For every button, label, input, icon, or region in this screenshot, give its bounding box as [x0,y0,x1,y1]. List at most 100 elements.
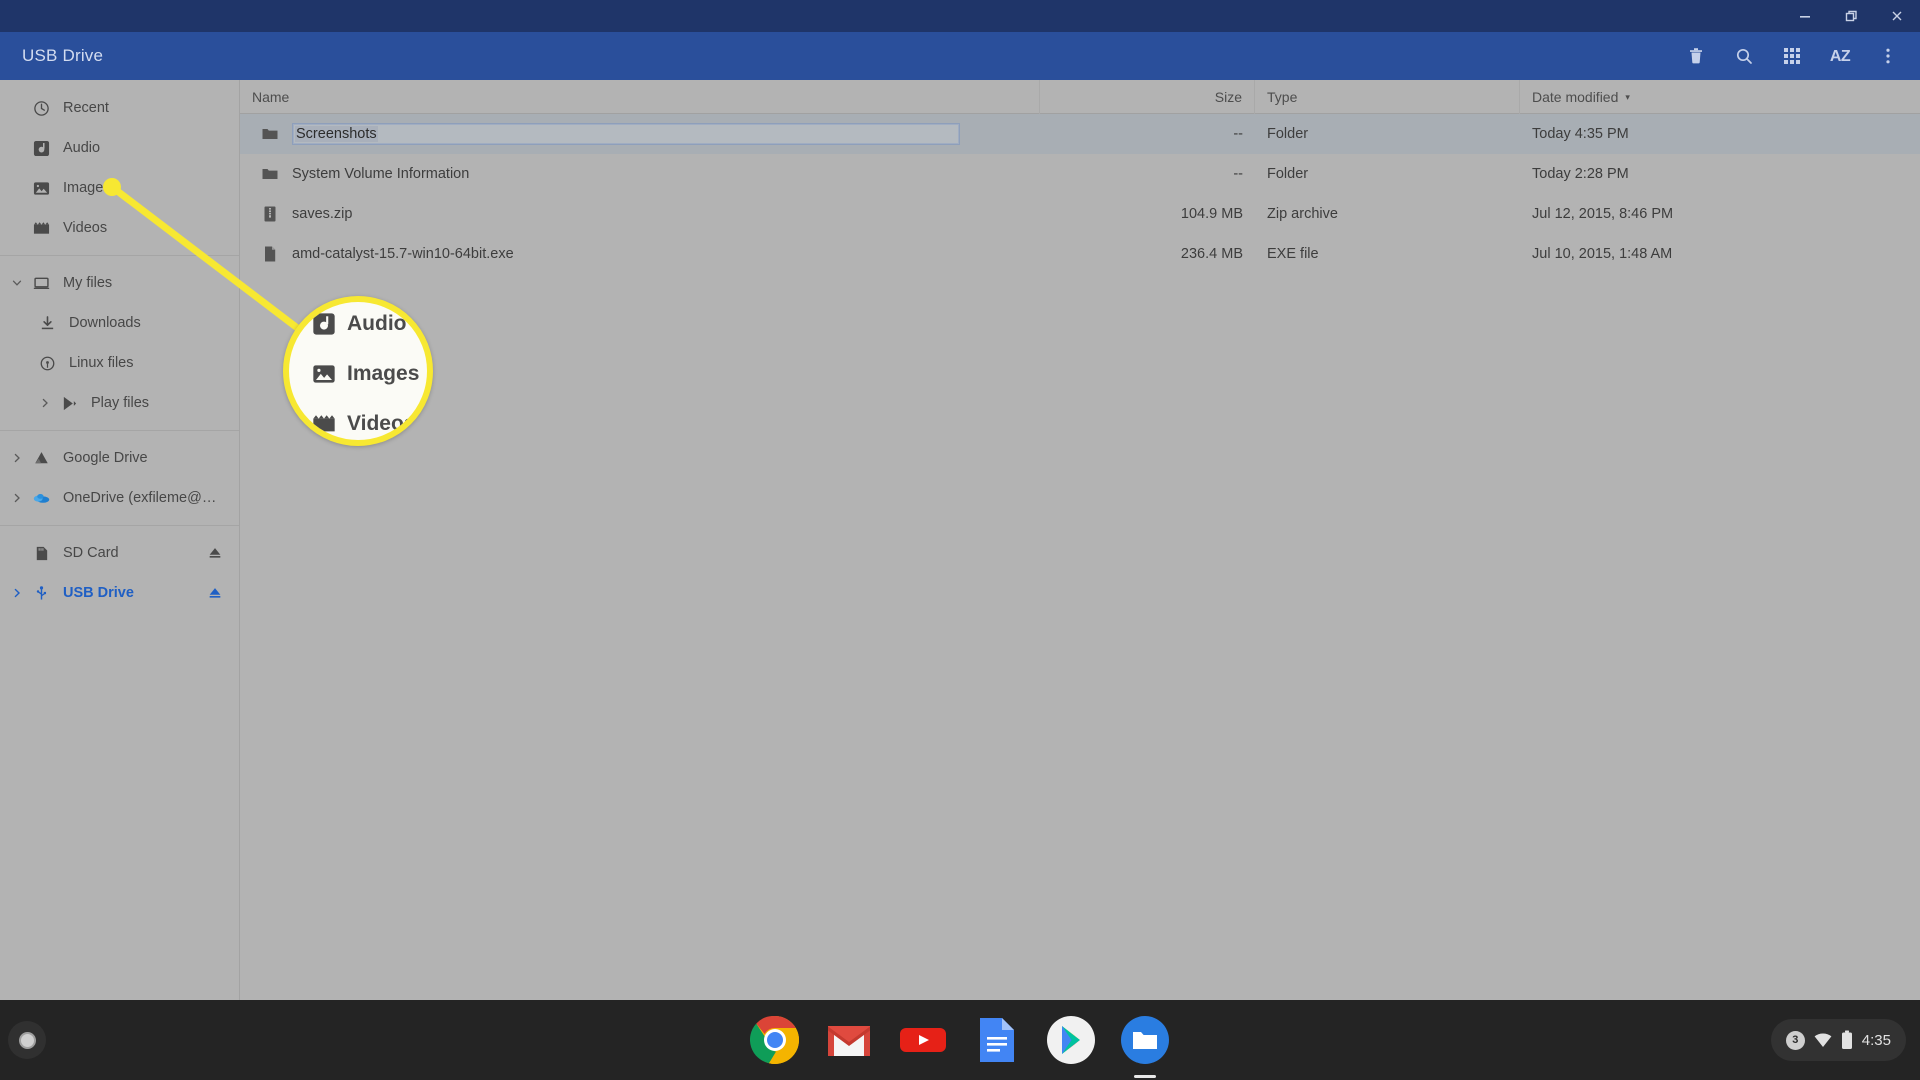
usb-icon [28,573,54,613]
sort-az-label: AZ [1829,48,1851,65]
eject-icon[interactable] [207,533,223,573]
column-header-label: Name [252,88,290,105]
folder-icon [260,164,280,184]
chevron-down-icon[interactable] [6,263,28,303]
more-vert-icon[interactable] [1864,32,1912,80]
chevron-right-icon[interactable] [6,573,28,613]
sidebar-item-videos[interactable]: Videos [0,208,239,248]
file-size-cell: 236.4 MB [1180,246,1243,262]
grid-view-icon[interactable] [1768,32,1816,80]
youtube-icon[interactable] [897,1014,949,1066]
sidebar-item-usb-drive[interactable]: USB Drive [0,573,239,613]
shelf-app-list [0,1000,1920,1080]
file-name-label: saves.zip [292,206,353,222]
table-row[interactable]: System Volume Information -- Folder Toda… [240,154,1920,194]
play-store-icon[interactable] [1045,1014,1097,1066]
rename-input[interactable]: Screenshots [292,123,960,145]
sort-caret-icon: ▾ [1625,92,1630,102]
audio-icon [28,128,54,168]
gmail-icon[interactable] [823,1014,875,1066]
page-title: USB Drive [22,46,104,65]
delete-icon[interactable] [1672,32,1720,80]
table-row[interactable]: amd-catalyst-15.7-win10-64bit.exe 236.4 … [240,234,1920,274]
file-list-pane: Name Size Type Date modified ▾ Screensho… [240,79,1920,1000]
table-row[interactable]: Screenshots -- Folder Today 4:35 PM [240,114,1920,154]
file-date-cell: Jul 10, 2015, 1:48 AM [1532,246,1673,262]
sidebar-item-my-files[interactable]: My files [0,263,239,303]
sidebar-item-google-drive[interactable]: Google Drive [0,438,239,478]
sd-card-icon [28,533,54,573]
sidebar-group-shortcuts: Recent Audio Images Videos [0,88,239,248]
chevron-right-icon[interactable] [34,383,56,423]
sidebar-item-label: Downloads [69,315,141,331]
sidebar-item-label: Audio [63,140,101,156]
file-name-label: System Volume Information [292,166,470,182]
wifi-icon[interactable] [1814,1032,1832,1048]
video-icon [28,208,54,248]
image-icon [28,168,54,208]
column-header-label: Date modified [1532,88,1619,105]
magnified-item-videos: Videos [289,412,427,436]
file-date-cell: Today 2:28 PM [1532,166,1629,182]
sidebar-item-audio[interactable]: Audio [0,128,239,168]
file-type-cell: EXE file [1267,246,1319,262]
file-size-cell: -- [1233,126,1243,142]
sidebar-item-sd-card[interactable]: SD Card [0,533,239,573]
magnified-item-label: Audio [347,312,407,335]
magnified-item-label: Videos [347,412,416,435]
column-header-date-modified[interactable]: Date modified ▾ [1520,80,1920,114]
main-content: Recent Audio Images Videos My files Down… [0,79,1920,1000]
google-docs-icon[interactable] [971,1014,1023,1066]
window-title-bar [0,0,1920,32]
shelf: 3 4:35 [0,1000,1920,1080]
column-header-type[interactable]: Type [1255,79,1520,114]
clock-label[interactable]: 4:35 [1862,1032,1891,1049]
sidebar-item-recent[interactable]: Recent [0,88,239,128]
file-size-cell: -- [1233,166,1243,182]
chevron-right-icon[interactable] [6,438,28,478]
table-row[interactable]: saves.zip 104.9 MB Zip archive Jul 12, 2… [240,194,1920,234]
search-icon[interactable] [1720,32,1768,80]
app-toolbar: USB Drive AZ [0,32,1920,80]
system-tray[interactable]: 3 4:35 [1770,1019,1906,1061]
file-name-cell: Screenshots [240,123,1040,145]
column-header-name[interactable]: Name [240,79,1040,114]
file-name-cell: saves.zip [240,204,1040,224]
column-header-label: Size [1214,88,1242,105]
chevron-right-icon[interactable] [6,478,28,518]
column-header-label: Type [1267,88,1298,105]
magnifier-content: Audio Images Videos [289,302,427,440]
sidebar: Recent Audio Images Videos My files Down… [0,80,240,1000]
callout-anchor-dot [103,178,121,196]
battery-icon[interactable] [1841,1030,1853,1050]
audio-icon [307,312,341,336]
sidebar-item-label: Videos [63,220,108,236]
file-name-label: amd-catalyst-15.7-win10-64bit.exe [292,246,514,262]
sidebar-item-linux-files[interactable]: Linux files [0,343,239,383]
sidebar-divider [0,525,239,526]
file-type-cell: Zip archive [1267,206,1338,222]
linux-icon [34,343,60,383]
files-icon[interactable] [1119,1014,1171,1066]
download-icon [34,303,60,343]
sidebar-item-label: Play files [91,395,150,411]
sidebar-item-play-files[interactable]: Play files [0,383,239,423]
sidebar-item-onedrive[interactable]: OneDrive (exfileme@outlook… [0,478,239,518]
callout-magnifier: Audio Images Videos [283,296,433,446]
notification-count-badge[interactable]: 3 [1785,1030,1805,1050]
close-button[interactable] [1874,0,1920,32]
sidebar-item-label: Recent [63,100,109,116]
eject-icon[interactable] [207,573,223,613]
minimize-button[interactable] [1782,0,1828,32]
sidebar-item-label: USB Drive [63,585,134,601]
column-header-size[interactable]: Size [1040,79,1255,114]
sort-az-icon[interactable]: AZ [1816,32,1864,80]
sidebar-item-downloads[interactable]: Downloads [0,303,239,343]
file-type-cell: Folder [1267,166,1309,182]
sidebar-item-label: Linux files [69,355,134,371]
computer-icon [28,263,54,303]
file-date-cell: Today 4:35 PM [1532,126,1629,142]
chrome-icon[interactable] [749,1014,801,1066]
clock-icon [28,88,54,128]
restore-button[interactable] [1828,0,1874,32]
